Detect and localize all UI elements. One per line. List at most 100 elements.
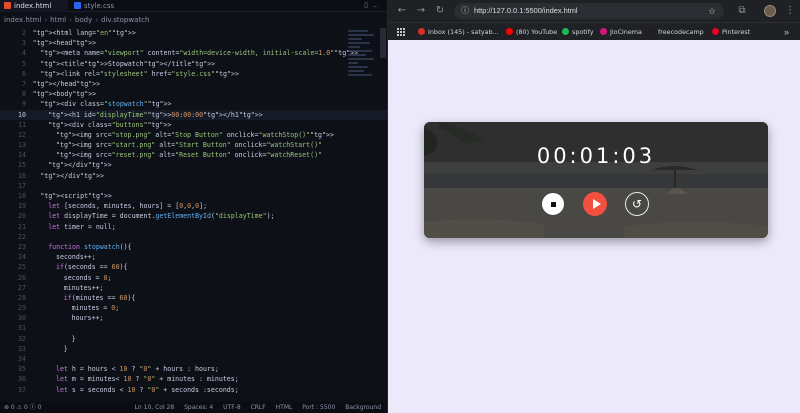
apps-grid-icon[interactable] — [397, 28, 405, 36]
code-line[interactable]: 9 "tg"><div class="stopwatch""tg">> — [0, 99, 387, 109]
status-right: Ln 10, Col 28 Spaces: 4 UTF-8 CRLF HTML … — [127, 402, 381, 413]
code-line[interactable]: 35 let h = hours < 10 ? "0" + hours : hou… — [0, 364, 387, 374]
line-code: "tg"></div"tg">> — [40, 171, 104, 180]
jiocinema-icon — [600, 28, 607, 35]
background-status[interactable]: Background — [345, 404, 381, 411]
line-code: "tg"><img src="start.png" alt="Start But… — [56, 141, 323, 150]
breadcrumb-item[interactable]: body — [75, 16, 92, 24]
line-number: 9 — [22, 100, 26, 109]
extensions-icon[interactable]: ⧉ — [736, 5, 748, 17]
code-line[interactable]: 31 — [0, 323, 387, 333]
code-line[interactable]: 25 if(seconds == 60){ — [0, 262, 387, 272]
line-number: 16 — [18, 171, 26, 180]
code-line[interactable]: 15 "tg"></div"tg">> — [0, 160, 387, 170]
live-server-port[interactable]: Port : 5500 — [302, 404, 335, 411]
breadcrumb-item[interactable]: index.html — [4, 16, 41, 24]
code-line[interactable]: 16 "tg"></div"tg">> — [0, 171, 387, 181]
kebab-menu-icon[interactable]: ⋮ — [784, 5, 796, 17]
code-line[interactable]: 11 "tg"><div class="buttons""tg">> — [0, 120, 387, 130]
site-info-icon[interactable]: ⓘ — [459, 5, 471, 17]
problems-status[interactable]: ⊗ 0 ⚠ 0 Ⓘ 0 — [4, 402, 41, 413]
code-line[interactable]: 32} — [0, 334, 387, 344]
encoding[interactable]: UTF-8 — [223, 404, 241, 411]
language-mode[interactable]: HTML — [276, 404, 293, 411]
code-line[interactable]: 24 seconds++; — [0, 252, 387, 262]
line-code: let displayTime = document.getElementByI… — [48, 212, 275, 221]
code-line[interactable]: 19 let [seconds, minutes, hours] = [0,0,0… — [0, 201, 387, 211]
tab-index-html[interactable]: index.html — [0, 0, 68, 12]
css-file-icon — [74, 2, 81, 9]
cursor-position[interactable]: Ln 10, Col 28 — [135, 404, 175, 411]
code-line[interactable]: 6 "tg"><link rel="stylesheet" href="style… — [0, 69, 387, 79]
line-code: "tg"><body"tg">> — [32, 90, 97, 99]
code-line[interactable]: 4 "tg"><meta name="viewport" content="wid… — [0, 48, 387, 58]
code-line[interactable]: 7 "tg"></head"tg">> — [0, 79, 387, 89]
editor-actions: ▯… — [364, 1, 383, 11]
line-code: let h = hours < 10 ? "0" + hours : hours… — [56, 365, 219, 374]
breadcrumb-item[interactable]: html — [50, 16, 66, 24]
code-line[interactable]: 30 hours++; — [0, 313, 387, 323]
code-line[interactable]: 5 "tg"><title"tg">>Stopwatch"tg"></title"… — [0, 59, 387, 69]
back-arrow-icon[interactable]: ← — [396, 5, 408, 17]
code-line[interactable]: 37 let s = seconds < 10 ? "0" + seconds :… — [0, 385, 387, 395]
code-line[interactable]: 20 let displayTime = document.getElementB… — [0, 211, 387, 221]
line-number: 14 — [18, 151, 26, 160]
line-number: 10 — [18, 110, 26, 119]
bookmark-label: JioCinema — [610, 28, 642, 36]
stop-button[interactable] — [541, 192, 565, 216]
code-line[interactable]: 3 "tg"><head"tg">> — [0, 38, 387, 48]
code-line[interactable]: 12 "tg"><img src="stop.png" alt="Stop But… — [0, 130, 387, 140]
bookmark-star-icon[interactable]: ☆ — [706, 5, 718, 17]
bookmark-freecodecamp[interactable]: freecodecamp — [648, 26, 704, 38]
code-line[interactable]: 14 "tg"><img src="reset.png" alt="Reset B… — [0, 150, 387, 160]
forward-arrow-icon[interactable]: → — [415, 5, 427, 17]
url-text[interactable]: http://127.0.0.1:5500/index.html — [474, 3, 578, 19]
code-line[interactable]: 18 "tg"><script"tg">> — [0, 191, 387, 201]
code-line[interactable]: 2 "tg"><html lang="en""tg">> — [0, 28, 387, 38]
indentation[interactable]: Spaces: 4 — [184, 404, 213, 411]
reset-button[interactable]: ↺ — [625, 192, 649, 216]
start-button[interactable] — [583, 192, 607, 216]
minimap[interactable] — [348, 28, 376, 100]
code-area[interactable]: 2 "tg"><html lang="en""tg">> 3 "tg"><head"t… — [0, 28, 387, 400]
code-line[interactable]: 8 "tg"><body"tg">> — [0, 89, 387, 99]
line-code: "tg"><img src="stop.png" alt="Stop Butto… — [56, 130, 334, 139]
beach-background-image — [424, 122, 768, 238]
code-line[interactable]: 10 "tg"><h1 id="displayTime""tg">>00:00:0… — [0, 109, 387, 120]
breadcrumb-item[interactable]: div.stopwatch — [101, 16, 149, 24]
code-line[interactable]: 26 seconds = 0; — [0, 273, 387, 283]
bookmark-youtube[interactable]: (80) YouTube — [506, 26, 557, 38]
code-line[interactable]: 22 — [0, 232, 387, 242]
code-line[interactable]: 34 — [0, 354, 387, 364]
line-code: "tg"></head"tg">> — [32, 79, 101, 88]
code-line[interactable]: 27 minutes++; — [0, 283, 387, 293]
reload-icon[interactable]: ↻ — [434, 5, 446, 17]
code-line[interactable]: 21 let timer = null; — [0, 222, 387, 232]
profile-avatar[interactable] — [764, 5, 776, 17]
breadcrumb: index.html › html › body › div.stopwatch — [4, 16, 150, 24]
bookmark-gmail[interactable]: Inbox (145) - satyab... — [418, 26, 499, 38]
editor-scrollbar[interactable] — [380, 28, 386, 58]
code-line[interactable]: 17 — [0, 181, 387, 191]
split-editor-icon[interactable]: ▯ — [364, 2, 372, 9]
bookmark-spotify[interactable]: spotify — [562, 26, 594, 38]
line-number: 13 — [18, 141, 26, 150]
tab-style-css[interactable]: style.css — [70, 0, 120, 12]
chevron-right-icon[interactable]: » — [784, 26, 789, 38]
code-line[interactable]: 29 minutes = 0; — [0, 303, 387, 313]
line-number: 30 — [18, 314, 26, 323]
line-number: 36 — [18, 375, 26, 384]
code-line[interactable]: 33} — [0, 344, 387, 354]
bookmark-pinterest[interactable]: Pinterest — [712, 26, 750, 38]
more-actions-icon[interactable]: … — [372, 2, 383, 9]
bookmark-jiocinema[interactable]: JioCinema — [600, 26, 642, 38]
line-code: minutes = 0; — [71, 304, 120, 313]
code-line[interactable]: 23 function stopwatch(){ — [0, 242, 387, 252]
line-number: 3 — [22, 39, 26, 48]
code-line[interactable]: 36 let m = minutes< 10 ? "0" + minutes : … — [0, 374, 387, 384]
code-line[interactable]: 28 if(minutes == 60){ — [0, 293, 387, 303]
line-ending[interactable]: CRLF — [251, 404, 266, 411]
code-line[interactable]: 13 "tg"><img src="start.png" alt="Start B… — [0, 140, 387, 150]
address-bar[interactable]: ⓘ http://127.0.0.1:5500/index.html ☆ — [454, 3, 724, 19]
line-number: 20 — [18, 212, 26, 221]
